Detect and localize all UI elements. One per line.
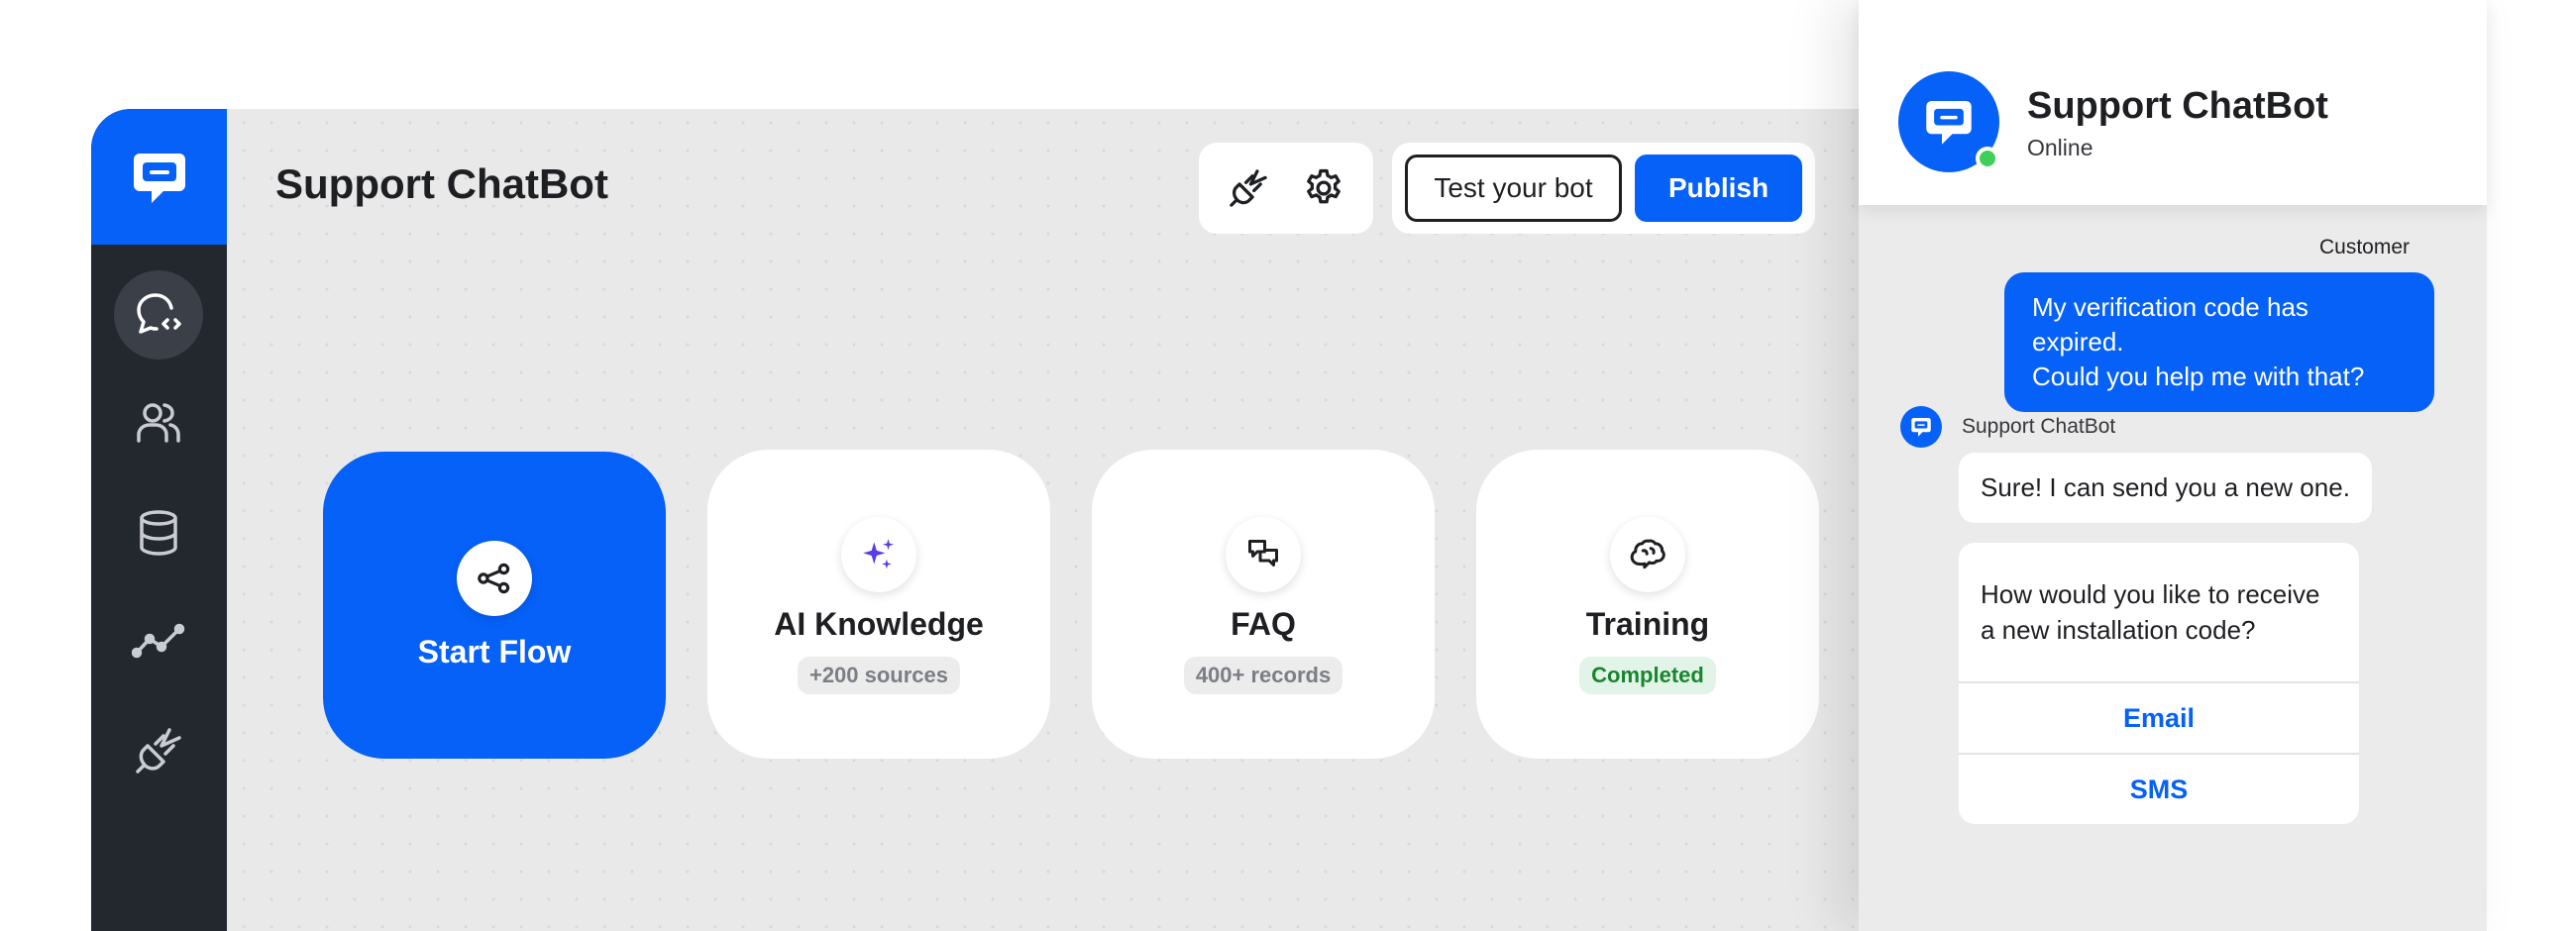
- customer-label: Customer: [2318, 236, 2410, 259]
- chatbot-logo-icon: [1926, 101, 1972, 145]
- customer-message: My verification code has expired. Could …: [2004, 272, 2434, 412]
- chatbot-logo-icon: [133, 153, 185, 203]
- bot-question: How would you like to receive a new inst…: [1959, 543, 2359, 681]
- plug-icon: [1230, 169, 1267, 207]
- bot-question-line: How would you like to receive: [1981, 579, 2320, 609]
- bot-question-card: How would you like to receive a new inst…: [1959, 543, 2359, 824]
- card-ai-knowledge[interactable]: AI Knowledge +200 sources: [707, 450, 1050, 759]
- database-icon: [140, 510, 177, 556]
- chat-code-icon: [137, 293, 181, 334]
- chat-bot-status: Online: [2027, 135, 2093, 160]
- card-title: FAQ: [1231, 606, 1296, 642]
- card-icon: [1610, 517, 1685, 592]
- bot-avatar-small: [1900, 406, 1942, 448]
- chat-bubbles-icon: [1248, 540, 1278, 567]
- sidebar: [91, 109, 227, 931]
- toolbar-icon-group: [1199, 143, 1373, 234]
- brain-icon: [1630, 539, 1665, 569]
- card-training[interactable]: Training Completed: [1476, 450, 1819, 759]
- sources-badge: +200 sources: [797, 657, 961, 694]
- sidebar-item-users[interactable]: [114, 379, 203, 468]
- records-badge: 400+ records: [1183, 657, 1343, 694]
- settings-button[interactable]: [1292, 156, 1355, 220]
- sidebar-item-reports[interactable]: [114, 597, 203, 686]
- status-badge: Completed: [1579, 657, 1716, 694]
- page-title: Support ChatBot: [275, 160, 608, 207]
- integrations-button[interactable]: [1217, 156, 1280, 220]
- chatbot-builder-window: Support ChatBot Test your bot Publish St…: [91, 109, 1865, 931]
- bot-label: Support ChatBot: [1962, 415, 2116, 438]
- bot-question-line: a new installation code?: [1981, 615, 2256, 645]
- bot-message: Sure! I can send you a new one.: [1959, 453, 2372, 523]
- logo-tile[interactable]: [91, 109, 227, 245]
- card-title: AI Knowledge: [774, 606, 984, 642]
- publish-button[interactable]: Publish: [1635, 155, 1802, 222]
- sidebar-item-integrations[interactable]: [114, 706, 203, 795]
- chat-preview-panel: Support ChatBot Online Customer My verif…: [1859, 0, 2487, 931]
- chatbot-logo-icon: [1911, 418, 1931, 437]
- option-sms-button[interactable]: SMS: [1959, 753, 2359, 824]
- online-status-dot: [1976, 147, 1999, 170]
- test-your-bot-button[interactable]: Test your bot: [1405, 155, 1622, 222]
- card-icon: [841, 517, 916, 592]
- sparkles-icon: [863, 539, 895, 569]
- sidebar-item-chatbot-flows[interactable]: [114, 270, 203, 360]
- card-start-flow[interactable]: Start Flow: [323, 452, 666, 759]
- line-chart-icon: [132, 623, 185, 659]
- card-icon: [1226, 517, 1301, 592]
- users-icon: [137, 403, 180, 443]
- chat-bot-name: Support ChatBot: [2027, 85, 2328, 127]
- toolbar-action-group: Test your bot Publish: [1392, 143, 1815, 234]
- customer-message-line: Could you help me with that?: [2032, 362, 2365, 391]
- plug-icon: [136, 728, 181, 774]
- gear-icon: [1307, 168, 1341, 204]
- card-title: Start Flow: [417, 633, 572, 670]
- chat-header: Support ChatBot Online: [1859, 0, 2487, 205]
- card-icon: [457, 540, 532, 616]
- option-email-button[interactable]: Email: [1959, 681, 2359, 753]
- sidebar-item-data[interactable]: [114, 488, 203, 577]
- card-title: Training: [1585, 606, 1710, 642]
- card-faq[interactable]: FAQ 400+ records: [1092, 450, 1435, 759]
- customer-message-line: My verification code has expired.: [2032, 292, 2308, 357]
- share-nodes-icon: [478, 563, 510, 593]
